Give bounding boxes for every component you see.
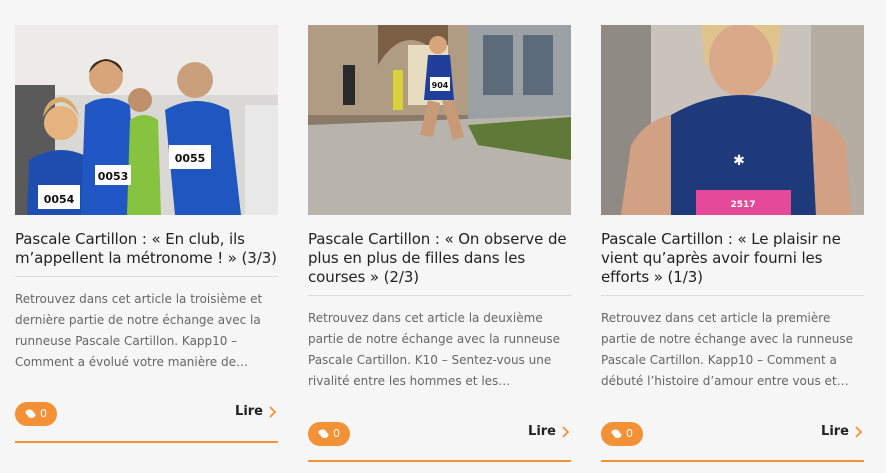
article-grid: 0054 0053 0055 Pascale Cartillon : « En … <box>0 0 886 473</box>
comments-count: 0 <box>626 427 633 440</box>
article-title[interactable]: Pascale Cartillon : « Le plaisir ne vien… <box>601 230 864 287</box>
article-excerpt: Retrouvez dans cet article la première p… <box>601 311 853 388</box>
comments-badge[interactable]: 0 <box>15 402 57 426</box>
card-accent-line <box>308 460 571 462</box>
article-thumbnail[interactable]: 904 <box>308 25 571 215</box>
read-more-link[interactable]: Lire <box>528 424 569 439</box>
bib-number: 0053 <box>98 170 129 183</box>
chevron-right-icon <box>269 405 276 418</box>
article-footer: 0 Lire <box>308 422 571 447</box>
article-title[interactable]: Pascale Cartillon : « En club, ils m’app… <box>15 230 278 268</box>
comments-count: 0 <box>40 407 47 420</box>
chevron-right-icon <box>855 425 862 438</box>
article-footer: 0 Lire <box>601 422 864 447</box>
comment-icon <box>318 429 329 438</box>
divider <box>308 295 571 296</box>
comments-badge[interactable]: 0 <box>308 422 350 446</box>
bib-number: 904 <box>432 81 449 90</box>
bib-number: 0055 <box>175 152 206 165</box>
card-accent-line <box>601 460 864 462</box>
article-thumbnail[interactable]: 0054 0053 0055 <box>15 25 278 215</box>
read-more-link[interactable]: Lire <box>821 424 862 439</box>
chevron-right-icon <box>562 425 569 438</box>
bib-number: 2517 <box>730 200 755 210</box>
article-excerpt: Retrouvez dans cet article la deuxième p… <box>308 311 560 388</box>
read-more-label: Lire <box>528 424 556 439</box>
article-excerpt: Retrouvez dans cet article la troisième … <box>15 292 263 369</box>
read-more-label: Lire <box>821 424 849 439</box>
comments-badge[interactable]: 0 <box>601 422 643 446</box>
article-card: 904 Pascale Cartillon : « On observe de … <box>308 25 571 462</box>
comment-icon <box>611 429 622 438</box>
divider <box>601 295 864 296</box>
comments-count: 0 <box>333 427 340 440</box>
article-thumbnail[interactable]: 2517 ✱ <box>601 25 864 215</box>
article-footer: 0 Lire <box>15 402 278 427</box>
card-accent-line <box>15 441 278 443</box>
comment-icon <box>25 409 36 418</box>
article-card: 2517 ✱ Pascale Cartillon : « Le plaisir … <box>601 25 864 462</box>
article-card: 0054 0053 0055 Pascale Cartillon : « En … <box>15 25 278 443</box>
bib-number: 0054 <box>44 193 75 206</box>
article-title[interactable]: Pascale Cartillon : « On observe de plus… <box>308 230 571 287</box>
shirt-logo-icon: ✱ <box>733 153 745 169</box>
divider <box>15 276 278 277</box>
read-more-label: Lire <box>235 404 263 419</box>
read-more-link[interactable]: Lire <box>235 404 276 419</box>
